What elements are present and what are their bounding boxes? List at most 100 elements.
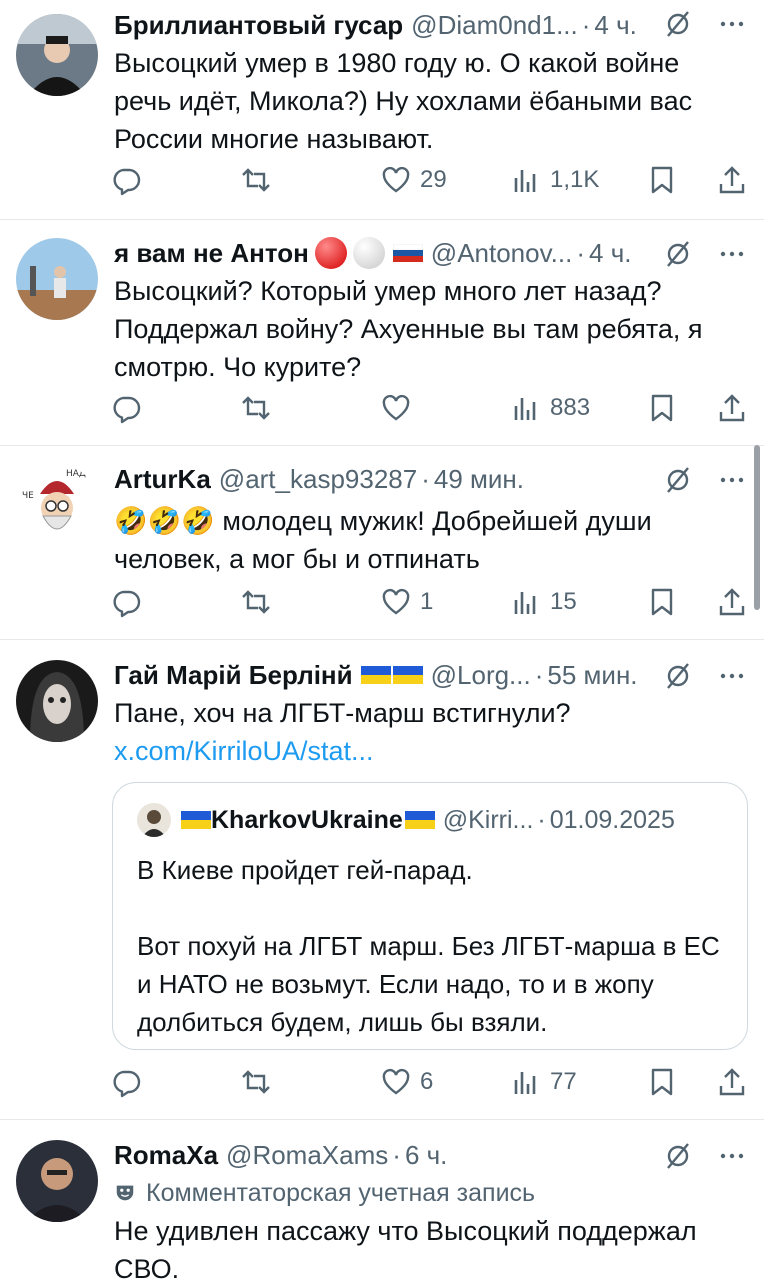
tweet-body: Пане, хоч на ЛГБТ-марш встигнули? xyxy=(114,698,571,728)
tweet-text: 🤣🤣🤣 молодец мужик! Добрейшей души челове… xyxy=(114,502,730,578)
author-name[interactable]: ArturKa xyxy=(114,462,211,496)
author-handle[interactable]: @Lorg... xyxy=(431,658,531,692)
retweet-icon xyxy=(242,168,270,192)
avatar[interactable] xyxy=(16,1140,98,1222)
timestamp[interactable]: 4 ч. xyxy=(589,236,631,270)
bookmark-icon xyxy=(651,394,673,422)
separator: · xyxy=(537,806,546,834)
reply-button[interactable] xyxy=(110,1062,142,1102)
grok-icon[interactable] xyxy=(664,466,692,494)
share-icon xyxy=(719,394,745,422)
tweet-2[interactable]: я вам не Антон @Antonov... · 4 ч. Высоцк… xyxy=(0,220,764,446)
grok-icon[interactable] xyxy=(664,10,692,38)
share-button[interactable] xyxy=(716,160,748,200)
timestamp[interactable]: 4 ч. xyxy=(594,8,636,42)
retweet-button[interactable] xyxy=(240,388,280,428)
author-name[interactable]: RomaXa xyxy=(114,1138,218,1172)
timestamp[interactable]: 55 мин. xyxy=(547,658,637,692)
views-count: 77 xyxy=(550,1068,577,1095)
quote-author-name[interactable]: KharkovUkraine xyxy=(211,803,403,837)
quoted-tweet[interactable]: KharkovUkraine @Kirri... · 01.09.2025 В … xyxy=(112,782,748,1050)
tweet-link[interactable]: x.com/KirriloUA/stat... xyxy=(114,732,730,770)
avatar[interactable] xyxy=(16,238,98,320)
author-handle[interactable]: @RomaXams xyxy=(226,1138,388,1172)
retweet-button[interactable] xyxy=(240,582,280,622)
quote-avatar xyxy=(137,803,171,837)
author-handle[interactable]: @Diam0nd1... xyxy=(411,8,578,42)
timestamp[interactable]: 49 мин. xyxy=(434,462,524,496)
avatar[interactable]: ЧЕ НАДО? xyxy=(16,464,98,546)
like-button[interactable] xyxy=(380,388,420,428)
author-name[interactable]: Бриллиантовый гусар xyxy=(114,8,403,42)
bookmark-icon xyxy=(651,588,673,616)
retweet-button[interactable] xyxy=(240,160,280,200)
avatar[interactable] xyxy=(16,660,98,742)
account-label: Комментаторская учетная запись xyxy=(114,1176,730,1210)
reply-icon xyxy=(113,168,141,196)
bookmark-button[interactable] xyxy=(646,1062,678,1102)
bookmark-button[interactable] xyxy=(646,160,678,200)
share-icon xyxy=(719,588,745,616)
like-button[interactable]: 29 xyxy=(380,160,447,200)
timestamp[interactable]: 6 ч. xyxy=(405,1138,447,1172)
views-icon xyxy=(514,398,536,420)
like-button[interactable]: 1 xyxy=(380,582,433,622)
mask-icon xyxy=(116,1185,134,1201)
author-handle[interactable]: @Antonov... xyxy=(431,236,573,270)
views-icon xyxy=(514,1072,536,1094)
like-count: 6 xyxy=(420,1068,434,1095)
grok-icon[interactable] xyxy=(664,662,692,690)
svg-text:НАДО?: НАДО? xyxy=(66,469,98,479)
reply-button[interactable] xyxy=(110,582,142,622)
tweet-3[interactable]: ЧЕ НАДО? ArturKa @art_kasp93287 · 49 мин.… xyxy=(0,446,764,640)
more-icon[interactable] xyxy=(718,240,746,268)
more-icon[interactable] xyxy=(718,466,746,494)
bookmark-button[interactable] xyxy=(646,388,678,428)
more-icon[interactable] xyxy=(718,662,746,690)
grok-icon[interactable] xyxy=(664,240,692,268)
separator: · xyxy=(576,238,586,268)
more-icon[interactable] xyxy=(718,1142,746,1170)
views-button[interactable]: 77 xyxy=(510,1062,577,1102)
reply-icon xyxy=(113,1070,141,1098)
grok-icon[interactable] xyxy=(664,1142,692,1170)
retweet-icon xyxy=(242,1070,270,1094)
scrollbar[interactable] xyxy=(754,445,760,610)
quote-author-handle[interactable]: @Kirri... xyxy=(443,803,534,837)
tweet-text: Высоцкий? Который умер много лет назад? … xyxy=(114,276,703,382)
tweet-1[interactable]: Бриллиантовый гусар @Diam0nd1... · 4 ч. … xyxy=(0,0,764,220)
views-button[interactable]: 1,1K xyxy=(510,160,599,200)
like-icon xyxy=(382,588,410,615)
more-icon[interactable] xyxy=(718,10,746,38)
views-icon xyxy=(514,170,536,192)
reply-button[interactable] xyxy=(110,160,142,200)
views-button[interactable]: 883 xyxy=(510,388,590,428)
tweet-text: Не удивлен пассажу что Высоцкий поддержа… xyxy=(114,1216,697,1280)
like-button[interactable]: 6 xyxy=(380,1062,433,1102)
like-count: 29 xyxy=(420,166,447,193)
retweet-button[interactable] xyxy=(240,1062,280,1102)
author-handle[interactable]: @art_kasp93287 xyxy=(219,462,417,496)
reply-button[interactable] xyxy=(110,388,142,428)
author-name[interactable]: Гай Марій Берлінй xyxy=(114,658,353,692)
tweet-4[interactable]: Гай Марій Берлінй @Lorg... · 55 мин. Пан… xyxy=(0,640,764,1120)
views-button[interactable]: 15 xyxy=(510,582,577,622)
share-button[interactable] xyxy=(716,582,748,622)
reply-feed: Бриллиантовый гусар @Diam0nd1... · 4 ч. … xyxy=(0,0,764,1280)
bookmark-icon xyxy=(651,166,673,194)
ukraine-flag-icon xyxy=(360,666,391,684)
share-button[interactable] xyxy=(716,1062,748,1102)
share-button[interactable] xyxy=(716,388,748,428)
bookmark-icon xyxy=(651,1068,673,1096)
separator: · xyxy=(534,660,544,690)
author-name[interactable]: я вам не Антон xyxy=(114,236,309,270)
account-label-text: Комментаторская учетная запись xyxy=(146,1179,536,1207)
svg-text:ЧЕ: ЧЕ xyxy=(22,491,34,501)
avatar[interactable] xyxy=(16,14,98,96)
bookmark-button[interactable] xyxy=(646,582,678,622)
tweet-5[interactable]: RomaXa @RomaXams · 6 ч. Комментаторская … xyxy=(0,1120,764,1280)
views-count: 883 xyxy=(550,394,591,421)
like-icon xyxy=(382,166,410,193)
like-icon xyxy=(382,394,410,421)
like-icon xyxy=(382,1068,410,1095)
